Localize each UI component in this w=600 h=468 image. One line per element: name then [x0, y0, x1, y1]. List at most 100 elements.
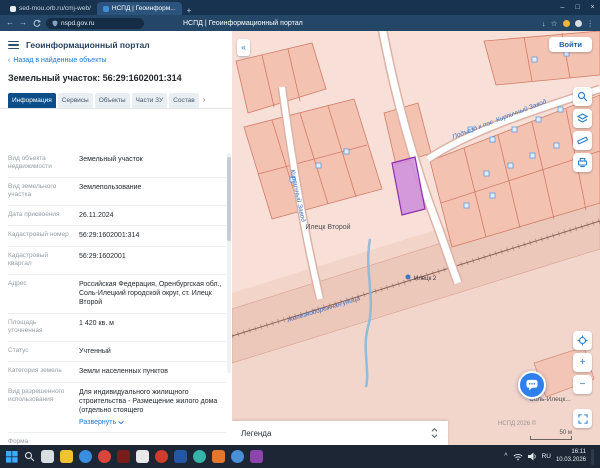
map-print-button[interactable] [573, 153, 592, 172]
object-title: Земельный участок: 56:29:1602001:314 [0, 66, 232, 86]
map-locate-button[interactable] [573, 331, 592, 350]
taskbar-search-icon[interactable] [24, 451, 35, 462]
browser-toolbar: ← → nspd.gov.ru НСПД | Геоинформационный… [0, 15, 600, 31]
field-row: Статус Учтенный [8, 342, 226, 362]
taskbar-app-icon[interactable] [136, 450, 149, 463]
browser-tab-bar: sed-mou.orb.ru/cmj-web/ НСПД | Геоинформ… [0, 0, 600, 15]
field-list: Вид объекта недвижимости Земельный участ… [0, 150, 226, 445]
map-area: Подъезд к пос. Кирпичный Завод Кирпичный… [232, 31, 600, 445]
expand-link[interactable]: Развернуть [79, 418, 124, 427]
taskbar-app-icon[interactable] [231, 450, 244, 463]
field-label: Вид разрешенного использования [8, 388, 72, 428]
taskbar-clock[interactable]: 16:11 10.03.2026 [556, 449, 586, 463]
wifi-icon[interactable] [513, 453, 523, 461]
login-button[interactable]: Войти [549, 37, 592, 52]
clock-time: 16:11 [556, 449, 586, 456]
field-value: 56:29:1602001 [79, 252, 226, 269]
window-controls: – □ × [555, 0, 600, 15]
panel-scrollbar-thumb[interactable] [227, 157, 231, 241]
ruler-icon [577, 135, 588, 146]
map-search-button[interactable] [573, 87, 592, 106]
layers-icon [577, 113, 588, 124]
refresh-icon[interactable] [32, 19, 41, 28]
taskbar-app-icon[interactable] [212, 450, 225, 463]
system-tray: ^ RU 16:11 10.03.2026 [504, 449, 594, 465]
tab-services[interactable]: Сервисы [58, 93, 93, 108]
legend-label: Легенда [241, 429, 271, 438]
map-layers-button[interactable] [573, 109, 592, 128]
address-bar[interactable]: nspd.gov.ru [46, 18, 144, 29]
taskbar-app-icon[interactable] [250, 450, 263, 463]
taskbar-app-icon[interactable] [41, 450, 54, 463]
field-value: Для индивидуального жилищного строительс… [79, 388, 226, 428]
taskbar: ^ RU 16:11 10.03.2026 [0, 445, 600, 468]
tab-parts[interactable]: Части ЗУ [132, 93, 168, 108]
field-value: Российская Федерация, Оренбургская обл.,… [79, 280, 226, 308]
screen: sed-mou.orb.ru/cmj-web/ НСПД | Геоинформ… [0, 0, 600, 468]
map-label-settlement: Илецк Второй [305, 223, 350, 231]
legend-toggle-icon[interactable] [430, 427, 439, 439]
tab2-title: НСПД | Геоинформ... [112, 5, 176, 12]
field-label: Адрес [8, 280, 72, 308]
chat-button[interactable] [518, 371, 546, 399]
nav-forward-icon[interactable]: → [19, 15, 27, 31]
nav-back-icon[interactable]: ← [6, 15, 14, 31]
field-value [79, 438, 226, 445]
notification-center-button[interactable] [591, 449, 594, 465]
zoom-in-button[interactable]: + [573, 353, 592, 372]
taskbar-app-icon[interactable] [174, 450, 187, 463]
extension-icon[interactable] [575, 20, 582, 27]
field-row: Вид земельного участка Землепользование [8, 178, 226, 206]
fullscreen-icon [578, 414, 588, 424]
fullscreen-button[interactable] [573, 409, 592, 428]
bookmark-star-icon[interactable]: ☆ [551, 19, 558, 28]
speaker-icon[interactable] [528, 452, 537, 461]
browser-menu-icon[interactable]: ⋮ [587, 19, 595, 28]
search-icon [577, 91, 588, 102]
map-measure-button[interactable] [573, 131, 592, 150]
browser-tab-1[interactable]: sed-mou.orb.ru/cmj-web/ [4, 2, 97, 15]
settlement-pin-icon [406, 275, 411, 280]
field-label: Вид земельного участка [8, 183, 72, 200]
new-tab-button[interactable]: + [182, 6, 197, 15]
tab-composition[interactable]: Состав [169, 93, 199, 108]
taskbar-app-icon[interactable] [193, 450, 206, 463]
language-indicator[interactable]: RU [542, 453, 551, 460]
tab-objects[interactable]: Объекты [95, 93, 130, 108]
field-row: Форма собственности [8, 433, 226, 445]
maximize-button[interactable]: □ [570, 0, 585, 15]
panel-collapse-button[interactable]: « [237, 39, 250, 56]
tray-chevron-icon[interactable]: ^ [504, 453, 507, 460]
minimize-button[interactable]: – [555, 0, 570, 15]
field-row: Дата присвоения 26.11.2024 [8, 206, 226, 226]
download-icon[interactable]: ↓ [542, 19, 546, 28]
zoom-out-button[interactable]: − [573, 375, 592, 394]
start-button[interactable] [6, 451, 18, 463]
url-text: nspd.gov.ru [61, 20, 94, 27]
back-chevron-icon: ‹ [8, 57, 10, 64]
tab2-favicon [103, 6, 109, 12]
back-link-label: Назад в найденные объекты [13, 57, 106, 64]
back-link[interactable]: ‹ Назад в найденные объекты [0, 55, 232, 66]
taskbar-app-icon[interactable] [98, 450, 111, 463]
taskbar-app-icon[interactable] [79, 450, 92, 463]
extension-icon[interactable] [563, 20, 570, 27]
field-row: Кадастровый номер 56:29:1602001:314 [8, 226, 226, 246]
portal-header: Геоинформационный портал [0, 31, 232, 55]
chat-icon [525, 379, 539, 391]
legend-bar[interactable]: Легенда [232, 421, 448, 445]
expand-link-label: Развернуть [79, 418, 116, 427]
field-value: Учтенный [79, 347, 226, 356]
field-row: Адрес Российская Федерация, Оренбургская… [8, 275, 226, 314]
taskbar-app-icon[interactable] [60, 450, 73, 463]
taskbar-app-icon[interactable] [155, 450, 168, 463]
browser-tab-2[interactable]: НСПД | Геоинформ... [97, 2, 182, 15]
field-value: Земельный участок [79, 155, 226, 172]
tabs-scroll-arrow[interactable]: › [201, 93, 208, 108]
taskbar-app-icon[interactable] [117, 450, 130, 463]
tab-information[interactable]: Информация [8, 93, 56, 108]
hamburger-menu-icon[interactable] [8, 41, 19, 50]
chevron-down-icon [118, 420, 124, 425]
close-button[interactable]: × [585, 0, 600, 15]
minus-icon: − [580, 380, 586, 390]
